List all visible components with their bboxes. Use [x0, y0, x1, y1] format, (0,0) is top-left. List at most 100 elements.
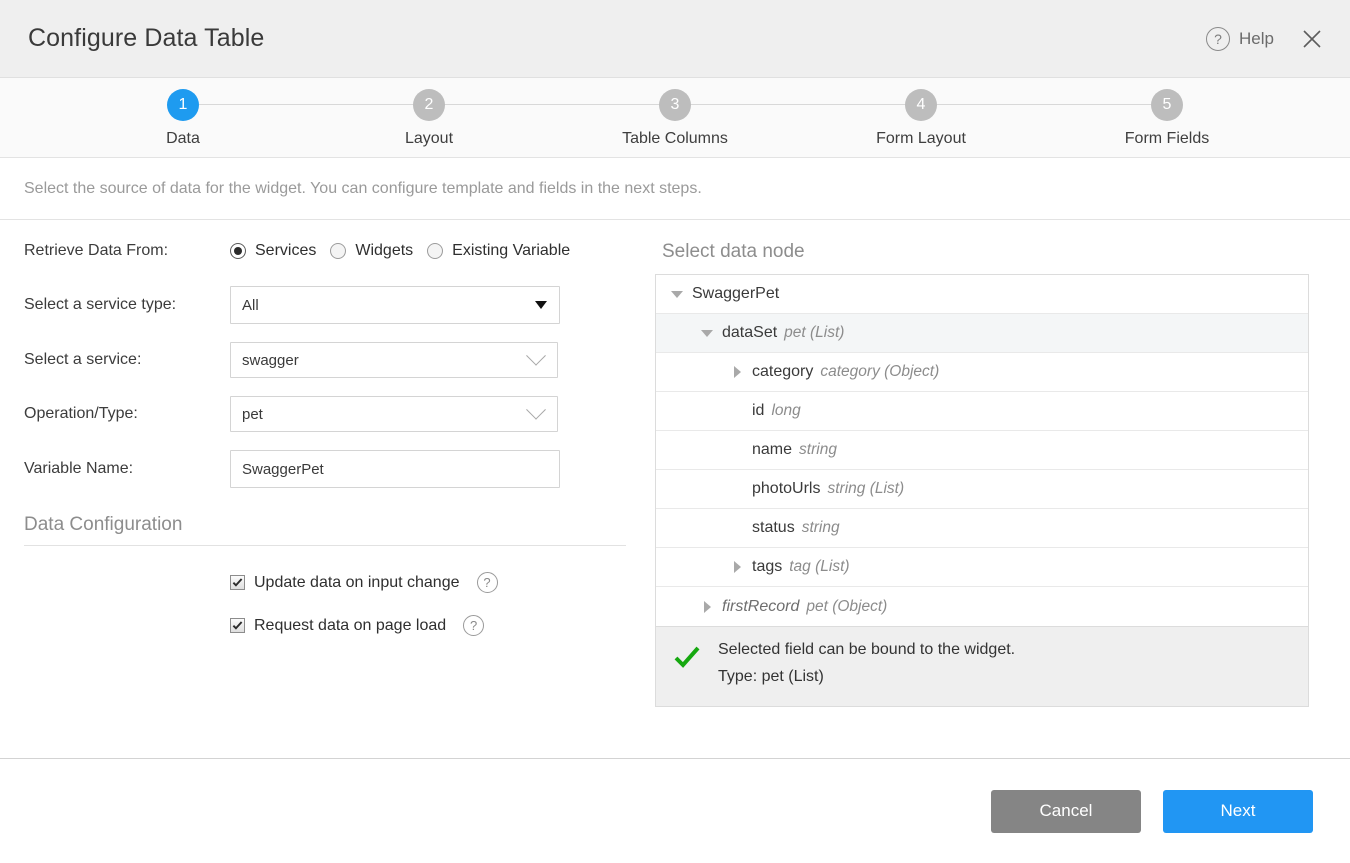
tree-node-name: photoUrls: [752, 480, 820, 498]
request-data-on-page-load-row: Request data on page load ?: [24, 615, 631, 636]
chevron-right-icon[interactable]: [692, 601, 722, 613]
tree-node-name: status: [752, 519, 795, 537]
select-data-node-title: Select data node: [662, 241, 1313, 263]
variable-name-row: Variable Name:: [24, 450, 631, 488]
radio-existing-variable[interactable]: Existing Variable: [427, 242, 570, 260]
close-icon: [1301, 28, 1323, 50]
next-button[interactable]: Next: [1163, 790, 1313, 833]
radio-services[interactable]: Services: [230, 242, 316, 260]
step-label: Data: [166, 130, 200, 148]
tree-row[interactable]: dataSet pet (List): [656, 314, 1308, 353]
dialog-header: Configure Data Table ? Help: [0, 0, 1350, 78]
tree-row[interactable]: SwaggerPet: [656, 275, 1308, 314]
variable-name-label: Variable Name:: [24, 460, 230, 478]
tree-node-type: string (List): [827, 480, 904, 498]
radio-indicator: [230, 243, 246, 259]
data-configuration-title: Data Configuration: [24, 514, 631, 536]
radio-indicator: [330, 243, 346, 259]
tree-row[interactable]: id long: [656, 392, 1308, 431]
configure-data-table-dialog: Configure Data Table ? Help 1 Data 2 Lay…: [0, 0, 1350, 863]
chevron-down-icon[interactable]: [692, 330, 722, 337]
chevron-down-icon: [526, 400, 546, 420]
chevron-down-icon[interactable]: [662, 291, 692, 298]
step-1-data[interactable]: 1 Data: [60, 78, 306, 157]
tree-node-type: pet (List): [784, 324, 844, 342]
update-data-label: Update data on input change: [254, 574, 460, 592]
tree-row[interactable]: tags tag (List): [656, 548, 1308, 587]
chevron-down-icon: [535, 301, 547, 309]
update-data-on-input-change-row: Update data on input change ?: [24, 572, 631, 593]
dialog-footer: Cancel Next: [0, 758, 1350, 863]
chevron-down-icon: [526, 346, 546, 366]
binding-info-line-2: Type: pet (List): [718, 668, 1015, 686]
retrieve-data-from-radio-group: Services Widgets Existing Variable: [230, 242, 584, 260]
question-circle-icon[interactable]: ?: [463, 615, 484, 636]
tree-node-name: id: [752, 402, 764, 420]
tree-node-name: name: [752, 441, 792, 459]
help-button[interactable]: ? Help: [1206, 27, 1274, 51]
tree-node-type: long: [771, 402, 800, 420]
retrieve-data-from-row: Retrieve Data From: Services Widgets Exi…: [24, 234, 631, 268]
request-data-checkbox[interactable]: [230, 618, 245, 633]
tree-node-name: tags: [752, 558, 782, 576]
data-node-tree[interactable]: SwaggerPet dataSet pet (List) category c…: [655, 274, 1309, 627]
section-divider: [24, 545, 626, 546]
step-3-table-columns[interactable]: 3 Table Columns: [552, 78, 798, 157]
operation-type-select[interactable]: pet: [230, 396, 558, 432]
service-type-row: Select a service type: All: [24, 286, 631, 324]
service-row: Select a service: swagger: [24, 342, 631, 378]
step-4-form-layout[interactable]: 4 Form Layout: [798, 78, 1044, 157]
tree-node-type: string: [799, 441, 837, 459]
tree-node-name: dataSet: [722, 324, 777, 342]
green-check-icon: [674, 641, 700, 686]
tree-node-name: SwaggerPet: [692, 285, 779, 303]
tree-node-type: tag (List): [789, 558, 849, 576]
step-number: 1: [167, 89, 199, 121]
binding-info-box: Selected field can be bound to the widge…: [655, 627, 1309, 707]
close-button[interactable]: [1296, 23, 1328, 55]
data-source-form: Retrieve Data From: Services Widgets Exi…: [0, 234, 655, 758]
chevron-right-icon[interactable]: [722, 561, 752, 573]
service-select[interactable]: swagger: [230, 342, 558, 378]
question-circle-icon: ?: [1206, 27, 1230, 51]
radio-label: Existing Variable: [452, 242, 570, 260]
step-label: Form Fields: [1125, 130, 1209, 148]
question-circle-icon[interactable]: ?: [477, 572, 498, 593]
request-data-label: Request data on page load: [254, 617, 446, 635]
step-number: 3: [659, 89, 691, 121]
step-5-form-fields[interactable]: 5 Form Fields: [1044, 78, 1290, 157]
step-label: Layout: [405, 130, 453, 148]
operation-type-value: pet: [242, 406, 529, 423]
check-icon: [232, 577, 243, 588]
service-type-select[interactable]: All: [230, 286, 560, 324]
chevron-right-icon[interactable]: [722, 366, 752, 378]
step-number: 4: [905, 89, 937, 121]
tree-row[interactable]: name string: [656, 431, 1308, 470]
operation-type-row: Operation/Type: pet: [24, 396, 631, 432]
tree-node-type: string: [802, 519, 840, 537]
select-data-node-panel: Select data node SwaggerPet dataSet pet …: [655, 234, 1350, 758]
tree-row[interactable]: photoUrls string (List): [656, 470, 1308, 509]
tree-node-name: firstRecord: [722, 598, 799, 616]
binding-info-line-1: Selected field can be bound to the widge…: [718, 641, 1015, 659]
radio-label: Widgets: [355, 242, 413, 260]
variable-name-input[interactable]: [230, 450, 560, 488]
step-label: Table Columns: [622, 130, 728, 148]
step-number: 2: [413, 89, 445, 121]
tree-node-name: category: [752, 363, 813, 381]
service-type-value: All: [242, 297, 535, 314]
radio-label: Services: [255, 242, 316, 260]
radio-indicator: [427, 243, 443, 259]
tree-row[interactable]: status string: [656, 509, 1308, 548]
tree-row[interactable]: firstRecord pet (Object): [656, 587, 1308, 626]
tree-row[interactable]: category category (Object): [656, 353, 1308, 392]
header-actions: ? Help: [1206, 23, 1332, 55]
cancel-button[interactable]: Cancel: [991, 790, 1141, 833]
retrieve-data-from-label: Retrieve Data From:: [24, 242, 230, 260]
update-data-checkbox[interactable]: [230, 575, 245, 590]
service-value: swagger: [242, 352, 529, 369]
radio-widgets[interactable]: Widgets: [330, 242, 413, 260]
dialog-body: Retrieve Data From: Services Widgets Exi…: [0, 220, 1350, 758]
step-2-layout[interactable]: 2 Layout: [306, 78, 552, 157]
step-label: Form Layout: [876, 130, 966, 148]
